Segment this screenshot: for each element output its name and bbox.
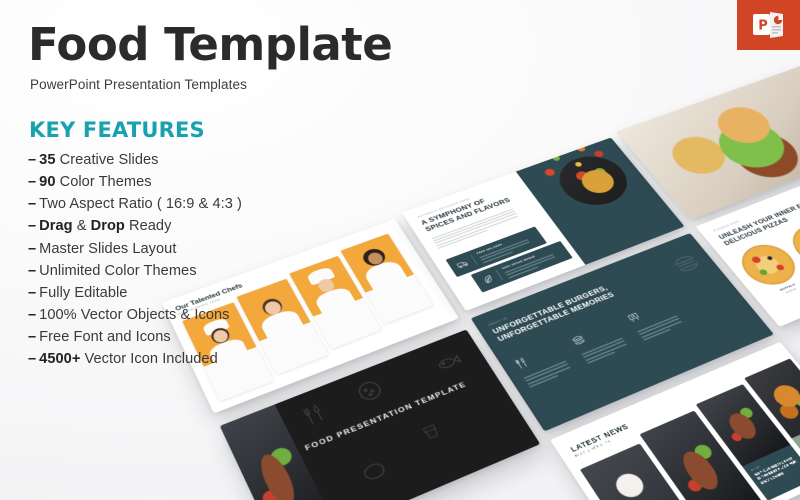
pizza-item[interactable]: BUFFALO $ 120.00 bbox=[731, 238, 800, 301]
fish-doodle-icon bbox=[433, 351, 466, 375]
news-card-photo bbox=[695, 384, 791, 467]
powerpoint-badge[interactable]: P bbox=[737, 0, 800, 50]
key-feature-item: – Unlimited Color Themes bbox=[28, 260, 428, 282]
feature-dash: – bbox=[28, 329, 37, 346]
powerpoint-icon: P bbox=[752, 12, 783, 38]
feature-dash: – bbox=[28, 196, 37, 213]
key-feature-item: – Master Slides Layout bbox=[28, 238, 428, 260]
feature-text: Ready bbox=[124, 218, 172, 235]
feature-strong: Drop bbox=[90, 218, 125, 235]
pizza-doodle-icon bbox=[352, 376, 388, 406]
key-feature-item: – Drag & Drop Ready bbox=[28, 215, 428, 237]
page-title: Food Template bbox=[28, 18, 393, 71]
drink-doodle-icon bbox=[417, 420, 447, 445]
feature-text: Unlimited Color Themes bbox=[39, 262, 197, 279]
page-root: Our Talented Chefs Our Talented Team SOM… bbox=[0, 0, 800, 500]
cutlery-doodle-icon bbox=[298, 401, 329, 428]
feature-strong: 90 bbox=[39, 174, 56, 191]
feature-text: 100% Vector Objects & Icons bbox=[39, 307, 230, 324]
grill-icon bbox=[625, 311, 643, 325]
feature-dash: – bbox=[28, 284, 37, 301]
news-team-photo bbox=[579, 443, 701, 500]
delivery-icon bbox=[455, 258, 471, 270]
news-card-photo bbox=[744, 358, 800, 439]
key-features-list: –35 Creative Slides –90 Color Themes – Two … bbox=[28, 149, 428, 371]
feature-text: Fully Editable bbox=[39, 284, 128, 301]
burgers-feature bbox=[569, 321, 630, 365]
feature-text: Free Font and Icons bbox=[39, 329, 171, 346]
cover-title: FOOD PRESENTATION TEMPLATE bbox=[303, 380, 469, 453]
feature-text: & bbox=[72, 218, 91, 235]
feature-dash: – bbox=[28, 240, 37, 257]
key-feature-item: –35 Creative Slides bbox=[28, 149, 428, 171]
burgers-feature bbox=[625, 299, 685, 342]
feature-dash: – bbox=[28, 174, 37, 191]
key-features-heading: KEY FEATURES bbox=[29, 117, 205, 142]
key-feature-item: –4500+ Vector Icon Included bbox=[28, 348, 428, 370]
cutlery-icon bbox=[512, 356, 530, 370]
svg-text:P: P bbox=[758, 19, 768, 34]
burger-icon bbox=[569, 333, 587, 347]
vegan-icon bbox=[480, 273, 496, 285]
page-subtitle: PowerPoint Presentation Templates bbox=[30, 76, 247, 92]
key-feature-item: –90 Color Themes bbox=[28, 171, 428, 193]
burgers-feature bbox=[512, 344, 573, 390]
feature-dash: – bbox=[28, 307, 37, 324]
feature-text: Color Themes bbox=[55, 174, 152, 191]
feature-text: Creative Slides bbox=[55, 151, 159, 168]
feature-dash: – bbox=[28, 351, 37, 368]
feature-dash: – bbox=[28, 262, 37, 279]
feature-dash: – bbox=[28, 218, 37, 235]
intro-panel: Food Template PowerPoint Presentation Te… bbox=[28, 22, 428, 371]
news-card[interactable]: NEWS THE BEST DELICIOUS SALAD WITH CRISP… bbox=[744, 358, 800, 472]
feature-text: Vector Icon Included bbox=[80, 351, 218, 368]
feature-strong: Drag bbox=[39, 218, 73, 235]
burger-doodle-icon bbox=[669, 251, 704, 277]
cover-steak-photo bbox=[219, 404, 339, 500]
pizza-image bbox=[731, 238, 800, 292]
news-subtitle: BLOG & ARTICLES bbox=[574, 439, 612, 458]
news-card[interactable]: NEWS WHY OUR RESTAURANT IS THE BEST PLAC… bbox=[695, 384, 800, 500]
key-feature-item: – Free Font and Icons bbox=[28, 326, 428, 348]
feature-text: Master Slides Layout bbox=[39, 240, 177, 257]
feature-strong: 35 bbox=[39, 151, 56, 168]
news-tag: NEWS bbox=[750, 464, 762, 472]
news-headline: WHY OUR RESTAURANT IS THE BEST PLACE FOR… bbox=[753, 456, 798, 485]
key-feature-item: –100% Vector Objects & Icons bbox=[28, 304, 428, 326]
feature-text: Two Aspect Ratio ( 16:9 & 4:3 ) bbox=[39, 196, 242, 213]
steak-doodle-icon bbox=[358, 458, 391, 484]
feature-strong: 4500+ bbox=[39, 351, 81, 368]
news-card-photo bbox=[639, 410, 764, 500]
key-feature-item: – Fully Editable bbox=[28, 282, 428, 304]
feature-dash: – bbox=[28, 151, 37, 168]
key-feature-item: – Two Aspect Ratio ( 16:9 & 4:3 ) bbox=[28, 193, 428, 215]
news-title: LATEST NEWS bbox=[568, 422, 631, 454]
